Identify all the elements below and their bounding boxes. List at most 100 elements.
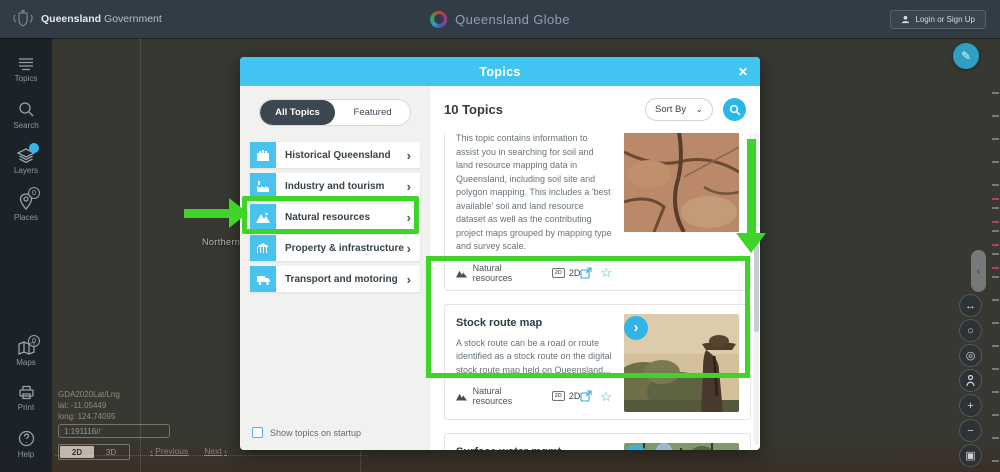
- chevron-right-icon: ›: [407, 179, 411, 194]
- startup-option: Show topics on startup: [252, 427, 361, 438]
- streetview-button[interactable]: [959, 369, 982, 392]
- topics-category-panel: All Topics Featured Historical Queenslan…: [240, 86, 430, 450]
- map-control-column: ↔ ○ ◎ + − ▣: [959, 294, 982, 467]
- category-transport-motoring[interactable]: Transport and motoring ›: [250, 266, 420, 292]
- category-natural-resources[interactable]: Natural resources ›: [250, 204, 420, 230]
- building-icon: [250, 235, 276, 261]
- person-icon: [965, 375, 976, 387]
- industry-icon: [250, 173, 276, 199]
- category-property-infrastructure[interactable]: Property & infrastructure ›: [250, 235, 420, 261]
- topic-card-soil-land[interactable]: This topic contains information to assis…: [444, 133, 751, 291]
- topic-tag: Natural resources: [473, 263, 536, 283]
- target-icon: ◎: [966, 349, 976, 362]
- topic-card-list: This topic contains information to assis…: [444, 133, 751, 450]
- sidebar-item-help[interactable]: Help: [0, 421, 52, 468]
- topic-meta: Natural resources 2D 2D ☆: [456, 386, 612, 406]
- topic-card-stock-route[interactable]: › Stock route map A stock route can be a…: [444, 304, 751, 420]
- card-text: This topic contains information to assis…: [456, 133, 612, 283]
- circle-icon: ○: [967, 325, 974, 337]
- extent-button[interactable]: ▣: [959, 444, 982, 467]
- printer-icon: [18, 385, 35, 400]
- chevron-right-icon: ›: [407, 272, 411, 287]
- dimension-icon: 2D: [552, 391, 565, 401]
- chevron-right-icon: ›: [634, 319, 639, 336]
- favourite-star-icon[interactable]: ☆: [600, 266, 612, 279]
- favourite-star-icon[interactable]: ☆: [600, 390, 612, 403]
- orbit-button[interactable]: ○: [959, 319, 982, 342]
- chevron-left-icon: ‹: [977, 266, 980, 277]
- login-button[interactable]: Login or Sign Up: [890, 10, 986, 29]
- category-industry-tourism[interactable]: Industry and tourism ›: [250, 173, 420, 199]
- sidebar-bottom-group: 0 Maps Print Help: [0, 332, 52, 468]
- topic-description: This topic contains information to assis…: [456, 133, 612, 254]
- open-in-map-icon[interactable]: [580, 267, 592, 279]
- category-list: Historical Queensland › Industry and tou…: [240, 142, 430, 292]
- dimension-label: 2D: [569, 391, 581, 401]
- map-ruler-highlight: [992, 198, 999, 270]
- tab-featured[interactable]: Featured: [335, 100, 410, 125]
- view-2d-button[interactable]: 2D: [60, 446, 94, 458]
- dimension-label: 2D: [569, 268, 581, 278]
- topics-search-button[interactable]: [723, 98, 746, 121]
- draw-tool-button[interactable]: ✎: [953, 43, 979, 69]
- topic-card-surface-water[interactable]: › Surface water mgmt (unsupplemented wat…: [444, 433, 751, 451]
- chevron-right-icon: ›: [634, 448, 639, 450]
- topic-tag: Natural resources: [473, 386, 536, 406]
- topic-actions: ☆: [580, 390, 612, 403]
- zoom-out-button[interactable]: −: [959, 419, 982, 442]
- sidebar-item-print[interactable]: Print: [0, 376, 52, 421]
- previous-link[interactable]: ‹ Previous: [150, 446, 188, 456]
- graticule-line: [140, 38, 141, 472]
- map-scale-input[interactable]: 1:191116//: [58, 424, 170, 438]
- open-topic-button[interactable]: ›: [624, 316, 648, 340]
- globe-logo-icon: [430, 11, 447, 28]
- gov-brand-text: Queensland Government: [41, 13, 162, 25]
- swipe-tool-button[interactable]: ↔: [959, 294, 982, 317]
- topic-title: Surface water mgmt (unsupplemented water…: [456, 445, 612, 451]
- sidebar-item-topics[interactable]: Topics: [0, 48, 52, 92]
- swipe-icon: ↔: [965, 300, 976, 312]
- chevron-right-icon: ›: [407, 210, 411, 225]
- coat-of-arms-icon: [12, 9, 34, 29]
- scrollbar-thumb[interactable]: [754, 240, 759, 332]
- chevron-left-icon: ‹: [150, 446, 153, 456]
- zoom-in-button[interactable]: +: [959, 394, 982, 417]
- open-in-map-icon[interactable]: [580, 390, 592, 402]
- sidebar-item-maps[interactable]: 0 Maps: [0, 332, 52, 376]
- sidebar-item-places[interactable]: 0 Places: [0, 184, 52, 231]
- mountain-icon: [456, 268, 468, 278]
- topic-actions: ☆: [580, 266, 612, 279]
- show-topics-checkbox[interactable]: [252, 427, 263, 438]
- close-button[interactable]: ✕: [738, 57, 748, 86]
- locate-button[interactable]: ◎: [959, 344, 982, 367]
- panel-collapse-handle[interactable]: ‹: [971, 250, 986, 292]
- view-3d-button[interactable]: 3D: [94, 446, 128, 458]
- minus-icon: −: [967, 425, 973, 437]
- sidebar-item-layers[interactable]: Layers: [0, 139, 52, 184]
- top-header-bar: Queensland Government Queensland Globe L…: [0, 0, 1000, 38]
- queensland-globe-app: Northern Queensland Government Queenslan…: [0, 0, 1000, 472]
- pencil-icon: ✎: [961, 49, 971, 63]
- topic-description: A stock route can be a road or route ide…: [456, 337, 612, 378]
- chevron-right-icon: ›: [407, 148, 411, 163]
- category-historical-queensland[interactable]: Historical Queensland ›: [250, 142, 420, 168]
- plus-icon: +: [967, 400, 973, 412]
- left-sidebar: Topics Search Layers 0 Places 0 Maps: [0, 38, 52, 472]
- card-text: Stock route map A stock route can be a r…: [456, 314, 612, 412]
- app-title: Queensland Globe: [455, 12, 570, 27]
- places-badge: 0: [28, 187, 40, 199]
- mountain-icon: [456, 391, 468, 401]
- queensland-government-logo[interactable]: Queensland Government: [0, 9, 162, 29]
- historical-icon: [250, 142, 276, 168]
- topics-results-panel: 10 Topics Sort By ⌄ This topic contains …: [430, 86, 760, 450]
- sidebar-top-group: Topics Search Layers 0 Places: [0, 48, 52, 231]
- sort-by-dropdown[interactable]: Sort By ⌄: [645, 98, 713, 121]
- next-link[interactable]: Next ›: [204, 446, 227, 456]
- chevron-right-icon: ›: [224, 446, 227, 456]
- sidebar-item-search[interactable]: Search: [0, 92, 52, 139]
- extent-icon: ▣: [965, 449, 975, 462]
- map-ruler: [992, 92, 999, 466]
- modal-header: Topics ✕: [240, 57, 760, 86]
- tab-all-topics[interactable]: All Topics: [260, 100, 335, 125]
- search-icon: [729, 104, 741, 116]
